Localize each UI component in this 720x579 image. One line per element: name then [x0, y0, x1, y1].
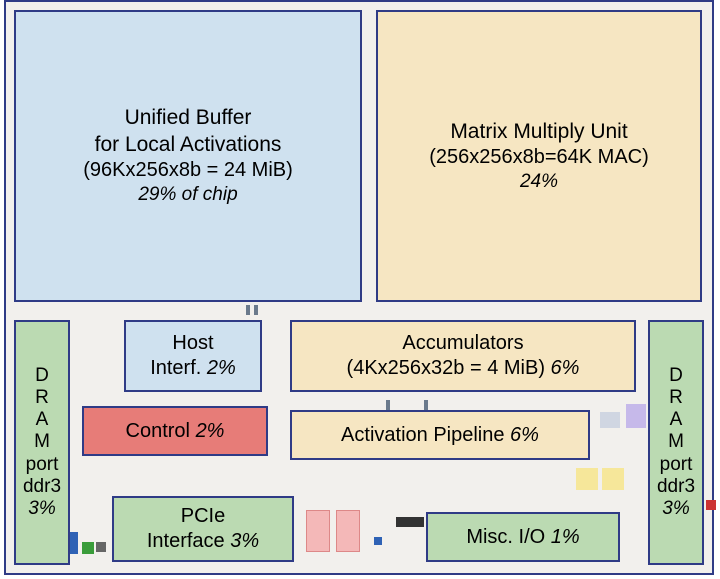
- decoration: [576, 468, 598, 490]
- block-matrix-multiply: Matrix Multiply Unit (256x256x8b=64K MAC…: [376, 10, 702, 302]
- chip-floorplan-frame: Unified Buffer for Local Activations (96…: [4, 0, 714, 575]
- decoration: [336, 510, 360, 552]
- pcie-label: PCIe Interface 3%: [147, 504, 259, 554]
- dram-left-label: DRAM port ddr3: [23, 365, 61, 498]
- block-misc-io: Misc. I/O 1%: [426, 512, 620, 562]
- matrix-mul-detail: (256x256x8b=64K MAC): [429, 145, 649, 170]
- decoration: [386, 400, 390, 410]
- matrix-mul-title: Matrix Multiply Unit: [450, 119, 627, 145]
- decoration: [96, 542, 106, 552]
- dram-left-pct: 3%: [28, 498, 55, 520]
- block-host-interface: Host Interf. 2%: [124, 320, 262, 392]
- decoration: [424, 400, 428, 410]
- decoration: [396, 517, 424, 527]
- unified-buffer-title-2: for Local Activations: [95, 132, 282, 158]
- unified-buffer-title-1: Unified Buffer: [125, 105, 252, 131]
- misc-io-label: Misc. I/O 1%: [466, 525, 579, 550]
- decoration: [246, 305, 250, 315]
- control-label: Control 2%: [126, 419, 225, 444]
- decoration: [626, 404, 646, 428]
- accum-title: Accumulators: [402, 331, 523, 356]
- dram-right-label: DRAM port ddr3: [657, 365, 695, 498]
- decoration: [306, 510, 330, 552]
- unified-buffer-detail: (96Kx256x8b = 24 MiB): [83, 158, 293, 183]
- decoration: [602, 468, 624, 490]
- block-pcie-interface: PCIe Interface 3%: [112, 496, 294, 562]
- accum-detail: (4Kx256x32b = 4 MiB) 6%: [347, 356, 580, 381]
- decoration: [600, 412, 620, 428]
- block-control: Control 2%: [82, 406, 268, 456]
- block-accumulators: Accumulators (4Kx256x32b = 4 MiB) 6%: [290, 320, 636, 392]
- block-activation-pipeline: Activation Pipeline 6%: [290, 410, 590, 460]
- decoration: [374, 537, 382, 545]
- block-dram-port-left: DRAM port ddr3 3%: [14, 320, 70, 565]
- decoration: [254, 305, 258, 315]
- unified-buffer-pct: 29% of chip: [138, 183, 237, 207]
- matrix-mul-pct: 24%: [520, 170, 558, 194]
- dram-right-pct: 3%: [662, 498, 689, 520]
- block-dram-port-right: DRAM port ddr3 3%: [648, 320, 704, 565]
- decoration: [82, 542, 94, 554]
- host-if-label: Host Interf. 2%: [150, 331, 236, 381]
- decoration: [706, 500, 716, 510]
- block-unified-buffer: Unified Buffer for Local Activations (96…: [14, 10, 362, 302]
- act-pipe-label: Activation Pipeline 6%: [341, 423, 539, 448]
